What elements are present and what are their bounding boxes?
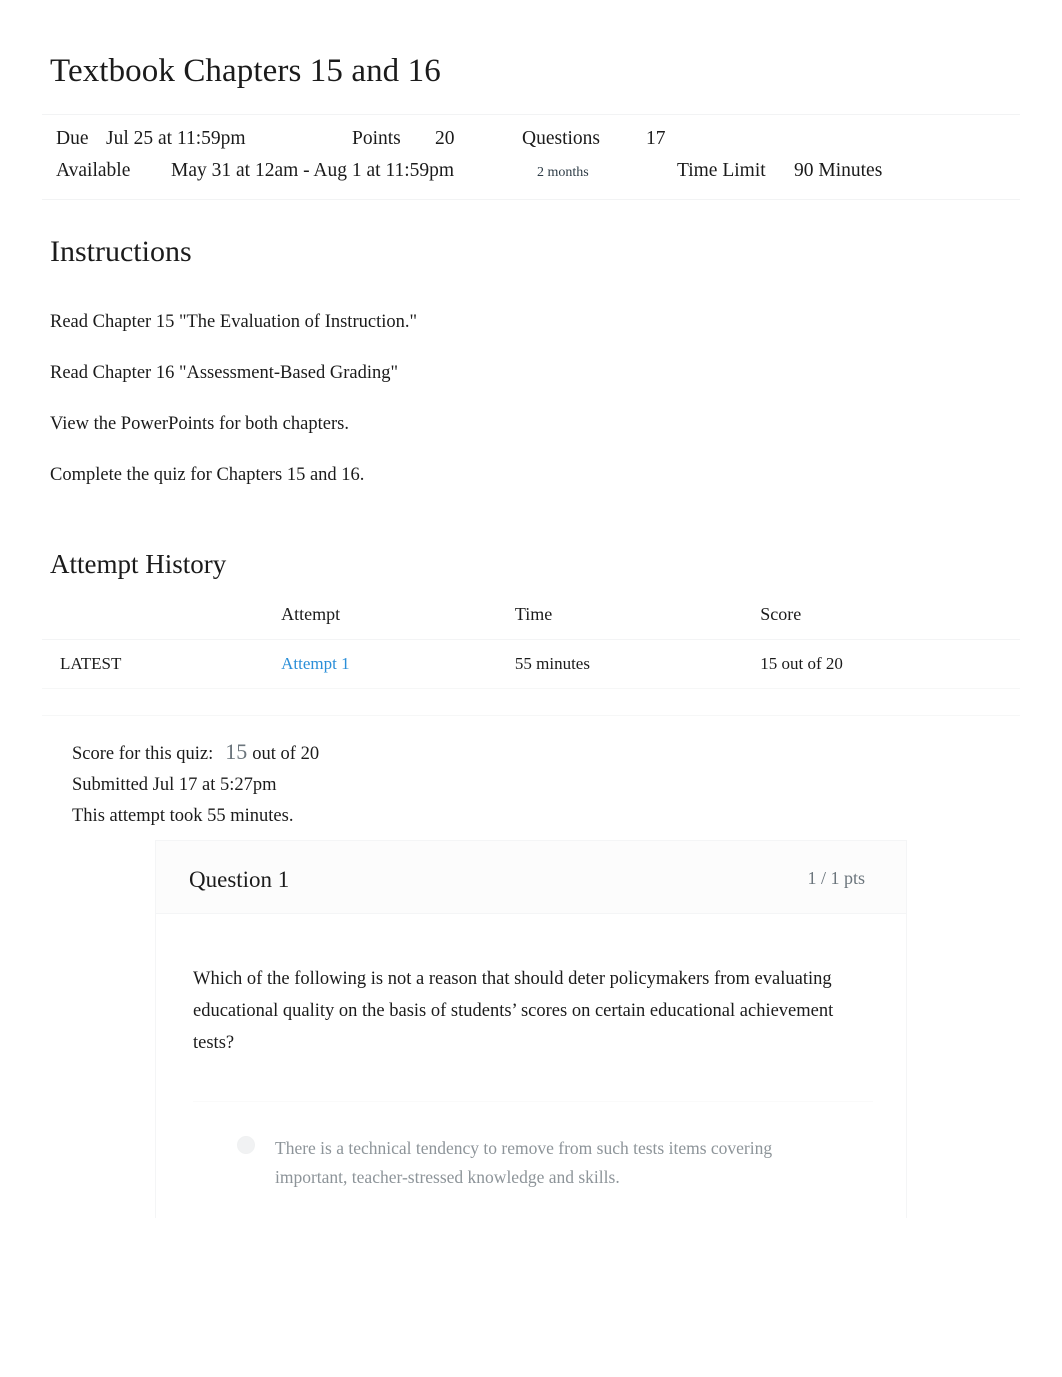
instructions-heading: Instructions xyxy=(50,235,192,268)
spacer-cell xyxy=(42,688,282,716)
score-summary: Score for this quiz: 15 out of 20 Submitte… xyxy=(72,736,319,832)
column-header-blank xyxy=(42,600,281,640)
points-label: Points xyxy=(352,128,401,149)
spacer-cell xyxy=(514,688,761,716)
radio-button-icon[interactable] xyxy=(237,1136,255,1155)
attempt-time: 55 minutes xyxy=(514,639,761,689)
question-points: 1 / 1 pts xyxy=(807,868,865,888)
instructions-body: Read Chapter 15 "The Evaluation of Instr… xyxy=(50,310,950,514)
attempt-history-table-body: LATEST Attempt 1 55 minutes 15 out of 20 xyxy=(42,639,1020,716)
quiz-meta-row-2: Available May 31 at 12am - Aug 1 at 11:5… xyxy=(42,155,1020,187)
page-title: Textbook Chapters 15 and 16 xyxy=(50,53,441,89)
score-line: Score for this quiz: 15 out of 20 xyxy=(72,736,319,770)
score-value: 15 xyxy=(225,739,248,764)
instruction-line: View the PowerPoints for both chapters. xyxy=(50,414,349,435)
quiz-meta-header: Due Jul 25 at 11:59pm Points 20 Question… xyxy=(42,114,1020,200)
question-name: Question 1 xyxy=(189,867,290,892)
attempt-cell: Attempt 1 xyxy=(281,639,515,689)
spacer-cell xyxy=(760,688,1020,716)
available-duration: 2 months xyxy=(537,165,589,180)
questions-label: Questions xyxy=(522,128,600,149)
question-card: Question 1 1 / 1 pts Which of the follow… xyxy=(155,840,907,1219)
time-limit-value: 90 Minutes xyxy=(794,160,883,181)
attempt-duration-line: This attempt took 55 minutes. xyxy=(72,806,294,826)
available-value: May 31 at 12am - Aug 1 at 11:59pm xyxy=(171,160,455,181)
question-header: Question 1 1 / 1 pts xyxy=(156,841,906,914)
column-header-score: Score xyxy=(760,604,802,624)
latest-badge: LATEST xyxy=(42,639,282,689)
score-suffix: out of 20 xyxy=(252,744,320,764)
instruction-line: Complete the quiz for Chapters 15 and 16… xyxy=(50,465,365,486)
points-value: 20 xyxy=(435,128,455,149)
attempt-history-table: Attempt Time Score LATEST Attempt 1 55 m… xyxy=(42,600,1020,716)
table-spacer-row xyxy=(42,688,1020,716)
attempt-history-table-head: Attempt Time Score xyxy=(42,600,1020,640)
due-label: Due xyxy=(56,128,89,149)
table-header-row: Attempt Time Score xyxy=(42,600,1020,640)
attempt-history-heading: Attempt History xyxy=(50,549,227,579)
answer-option[interactable]: There is a technical tendency to remove … xyxy=(193,1122,873,1218)
attempt-score: 15 out of 20 xyxy=(760,639,1020,689)
attempt-link[interactable]: Attempt 1 xyxy=(281,654,349,673)
answer-option-text: There is a technical tendency to remove … xyxy=(275,1138,773,1188)
spacer-cell xyxy=(281,688,515,716)
table-row: LATEST Attempt 1 55 minutes 15 out of 20 xyxy=(42,639,1020,689)
column-header-attempt: Attempt xyxy=(281,604,341,624)
column-header-time: Time xyxy=(514,604,553,624)
instruction-line: Read Chapter 16 "Assessment-Based Gradin… xyxy=(50,363,399,384)
available-label: Available xyxy=(56,160,131,181)
quiz-meta-row-1: Due Jul 25 at 11:59pm Points 20 Question… xyxy=(42,123,1020,155)
questions-value: 17 xyxy=(646,128,666,149)
question-body: Which of the following is not a reason t… xyxy=(156,914,906,1218)
instruction-line: Read Chapter 15 "The Evaluation of Instr… xyxy=(50,312,418,332)
answer-list: There is a technical tendency to remove … xyxy=(193,1101,873,1218)
submitted-line: Submitted Jul 17 at 5:27pm xyxy=(72,775,277,795)
score-label: Score for this quiz: xyxy=(72,744,214,764)
due-value: Jul 25 at 11:59pm xyxy=(106,128,246,149)
question-text: Which of the following is not a reason t… xyxy=(193,969,834,1053)
time-limit-label: Time Limit xyxy=(677,160,766,181)
